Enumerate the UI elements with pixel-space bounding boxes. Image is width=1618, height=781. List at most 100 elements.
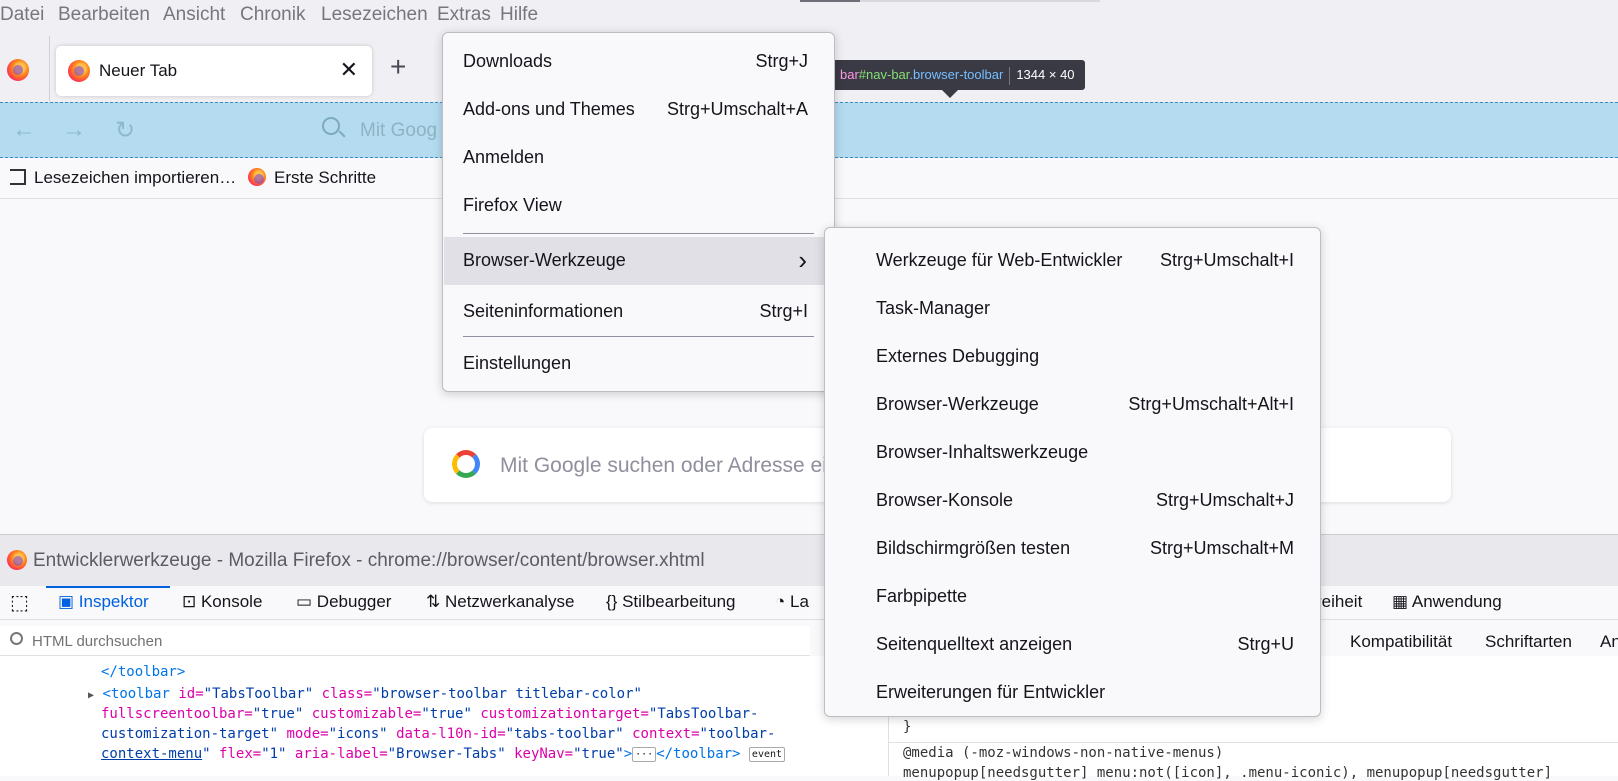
tab-netzwerkanalyse-label: Netzwerkanalyse (444, 592, 575, 611)
url-bar-input[interactable]: Mit Goog (360, 120, 437, 142)
menu-item-label: Bildschirmgrößen testen (876, 538, 1071, 558)
tab-debugger[interactable]: ▭ Debugger (296, 592, 391, 612)
menu-bearbeiten[interactable]: Bearbeiten (58, 4, 150, 26)
menu-item-task-manager[interactable]: Task-Manager (826, 286, 1319, 332)
devtools-tabbar: ⬚ ▣ Inspektor ⊡ Konsole ▭ Debugger ⇅ Net… (0, 586, 1618, 620)
attr-name: id= (178, 686, 204, 702)
menu-extras[interactable]: Extras (437, 4, 491, 26)
back-icon[interactable]: ← (12, 116, 36, 144)
menu-item-browser-werkzeuge[interactable]: Browser-Werkzeuge › (444, 237, 833, 285)
rule-line: @media (-moz-windows-non-native-menus) (903, 745, 1224, 761)
browser-tools-submenu: Werkzeuge für Web-Entwickler Strg+Umscha… (824, 227, 1321, 717)
tab-laufzeit[interactable]: ◔ La (775, 592, 809, 612)
menu-item-erweiterungen[interactable]: Erweiterungen für Entwickler (826, 670, 1319, 716)
attr-value: "icons" (328, 726, 388, 742)
menu-item-bildschirmgroessen[interactable]: Bildschirmgrößen testen Strg+Umschalt+M (826, 526, 1319, 572)
import-icon (10, 169, 26, 185)
tab-konsole[interactable]: ⊡ Konsole (182, 592, 262, 612)
tab-anwendung[interactable]: ▦ Anwendung (1392, 592, 1502, 612)
menu-item-shortcut: Strg+U (1237, 634, 1294, 654)
event-badge[interactable]: event (748, 747, 786, 762)
attr-name: flex= (219, 746, 262, 762)
menu-datei[interactable]: Datei (0, 4, 44, 26)
attr-value: "true" (421, 706, 472, 722)
tab-inspektor[interactable]: ▣ Inspektor (58, 592, 149, 612)
attr-name: mode= (286, 726, 329, 742)
menu-item-downloads[interactable]: Downloads Strg+J (444, 39, 833, 85)
menu-item-label: Werkzeuge für Web-Entwickler (876, 250, 1123, 270)
markup-line[interactable]: </toolbar> (101, 662, 185, 682)
bookmark-first-steps[interactable]: Erste Schritte (248, 168, 376, 188)
menu-lesezeichen[interactable]: Lesezeichen (321, 4, 428, 26)
menu-item-label: Einstellungen (463, 353, 572, 373)
element-picker-icon[interactable]: ⬚ (10, 590, 29, 615)
tooltip-class: .browser-toolbar (909, 67, 1004, 82)
devtools-window-title: Entwicklerwerkzeuge - Mozilla Firefox - … (33, 550, 705, 571)
attr-name: data-l10n-id= (396, 726, 506, 742)
menu-item-anmelden[interactable]: Anmelden (444, 135, 833, 181)
menu-bar: Datei Bearbeiten Ansicht Chronik Lesezei… (0, 0, 1618, 31)
attr-value: "tabs-toolbar" (505, 726, 624, 742)
tab-anwendung-label: Anwendung (1411, 592, 1502, 611)
tooltip-tag: bar (840, 67, 859, 82)
attr-name: customizationtarget= (480, 706, 649, 722)
extras-menu: Downloads Strg+J Add-ons und Themes Strg… (442, 32, 835, 392)
tab-stilbearbeitung[interactable]: {} Stilbearbeitung (606, 592, 736, 612)
bookmark-import[interactable]: Lesezeichen importieren… (10, 168, 236, 188)
menu-item-browser-werkzeuge[interactable]: Browser-Werkzeuge Strg+Umschalt+Alt+I (826, 382, 1319, 428)
menu-item-label: Task-Manager (876, 298, 991, 318)
menu-item-firefox-view[interactable]: Firefox View (444, 183, 833, 229)
menu-ansicht[interactable]: Ansicht (163, 4, 225, 26)
network-icon: ⇅ (426, 592, 445, 611)
firefox-view-icon[interactable] (7, 59, 29, 81)
attr-name: keyNav= (514, 746, 574, 762)
menu-item-farbpipette[interactable]: Farbpipette (826, 574, 1319, 620)
bookmark-first-steps-label: Erste Schritte (274, 168, 377, 187)
menu-item-label: Downloads (463, 51, 553, 71)
attr-name: context= (632, 726, 700, 742)
menu-item-label: Browser-Konsole (876, 490, 1014, 510)
html-search-field[interactable]: HTML durchsuchen (0, 626, 810, 656)
tab-animationen[interactable]: An (1600, 632, 1618, 652)
menu-item-externes-debugging[interactable]: Externes Debugging (826, 334, 1319, 380)
firefox-icon (248, 168, 266, 186)
debugger-icon: ▭ (296, 592, 317, 611)
expand-icon[interactable]: ▶ (88, 690, 94, 701)
search-input[interactable]: Mit Google suchen oder Adresse ei (500, 454, 827, 478)
menu-item-addons[interactable]: Add-ons und Themes Strg+Umschalt+A (444, 87, 833, 133)
chevron-right-icon: › (798, 245, 807, 275)
menu-chronik[interactable]: Chronik (240, 4, 305, 26)
tab-netzwerkanalyse[interactable]: ⇅ Netzwerkanalyse (426, 592, 574, 612)
markup-line: customization-target" mode="icons" data-… (101, 724, 775, 744)
tooltip-arrow (942, 90, 958, 98)
new-tab-button[interactable]: + (390, 51, 406, 83)
markup-line[interactable]: ▶ <toolbar id="TabsToolbar" class="brows… (88, 684, 642, 706)
menu-item-seiteninformationen[interactable]: Seiteninformationen Strg+I (444, 289, 833, 335)
collapsed-ellipsis[interactable]: ··· (632, 747, 657, 762)
attr-value: "Browser-Tabs" (387, 746, 506, 762)
attr-value: customization-target" (101, 726, 279, 742)
attr-value: "1" (261, 746, 287, 762)
menu-item-web-entwickler[interactable]: Werkzeuge für Web-Entwickler Strg+Umscha… (826, 238, 1319, 284)
menu-item-browser-konsole[interactable]: Browser-Konsole Strg+Umschalt+J (826, 478, 1319, 524)
forward-icon[interactable]: → (62, 116, 86, 144)
close-tab-icon[interactable]: ✕ (340, 57, 358, 83)
menu-item-seitenquelltext[interactable]: Seitenquelltext anzeigen Strg+U (826, 622, 1319, 668)
tab-kompatibilitaet[interactable]: Kompatibilität (1350, 632, 1452, 652)
tab-schriftarten[interactable]: Schriftarten (1485, 632, 1572, 652)
tab-barrierefreiheit[interactable]: reiheit (1316, 592, 1362, 612)
tooltip-size: 1344 × 40 (1016, 67, 1075, 82)
menu-item-shortcut: Strg+Umschalt+I (1159, 250, 1294, 270)
menu-item-inhaltswerkzeuge[interactable]: Browser-Inhaltswerkzeuge (826, 430, 1319, 476)
tab-neuer-tab[interactable]: Neuer Tab ✕ (56, 46, 372, 96)
attr-value-link[interactable]: context-menu (101, 746, 202, 762)
sidebar-tabs: Kompatibilität Schriftarten An (1280, 626, 1618, 656)
menu-item-einstellungen[interactable]: Einstellungen (444, 341, 833, 387)
firefox-icon (68, 60, 90, 82)
menu-item-shortcut: Strg+J (755, 51, 808, 71)
tab-laufzeit-label: La (790, 592, 809, 611)
reload-icon[interactable]: ↻ (115, 116, 135, 145)
menu-item-label: Farbpipette (876, 586, 968, 606)
menu-hilfe[interactable]: Hilfe (500, 4, 538, 26)
markup-line: context-menu" flex="1" aria-label="Brows… (101, 744, 786, 764)
